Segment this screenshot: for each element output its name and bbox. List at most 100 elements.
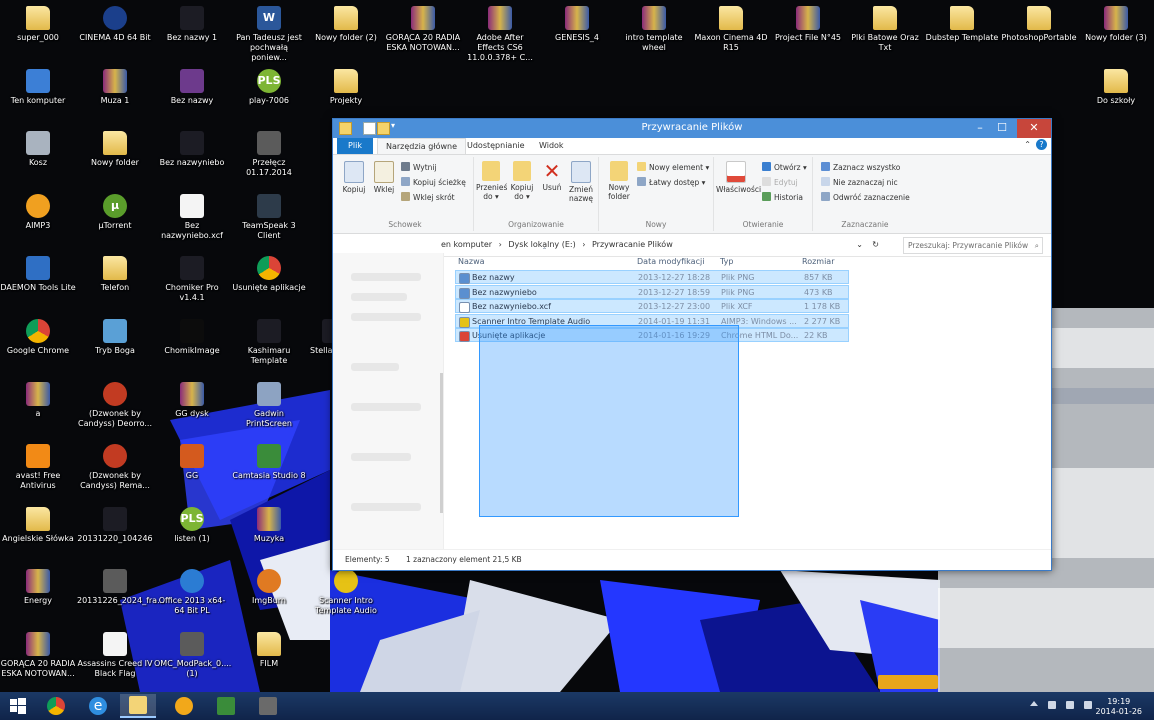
desktop-icon[interactable]: Chomiker Pro v1.4.1 <box>154 254 230 303</box>
breadcrumb-folder[interactable]: Przywracanie Plików <box>592 240 673 249</box>
column-type[interactable]: Typ <box>720 257 733 266</box>
column-date[interactable]: Data modyfikacji <box>637 257 704 266</box>
desktop-icon[interactable]: Przełęcz 01.17.2014 <box>231 129 307 178</box>
tab-narzedzia-glowne[interactable]: Narzędzia główne <box>377 138 467 154</box>
desktop-icon[interactable]: PLS play-7006 <box>231 67 307 106</box>
desktop-icon[interactable]: Nowy folder (3) <box>1078 4 1154 43</box>
desktop-icon[interactable]: Angielskie Słówka <box>0 505 76 544</box>
collapse-ribbon-icon[interactable]: ⌃ <box>1024 140 1031 149</box>
desktop-icon[interactable]: Adobe After Effects CS6 11.0.0.378+ C... <box>462 4 538 63</box>
rename-button[interactable]: Zmień nazwę <box>566 161 596 203</box>
column-size[interactable]: Rozmiar <box>802 257 835 266</box>
desktop-icon[interactable]: Ten komputer <box>0 67 76 106</box>
taskbar-camtasia[interactable] <box>208 694 244 718</box>
desktop-icon[interactable]: Bez nazwy <box>154 67 230 106</box>
desktop-icon[interactable]: Muzyka <box>231 505 307 544</box>
desktop-icon[interactable]: Gadwin PrintScreen <box>231 380 307 429</box>
desktop-icon[interactable]: Office 2013 x64-64 Bit PL <box>154 567 230 616</box>
desktop-icon[interactable]: 20131220_104246 <box>77 505 153 544</box>
column-name[interactable]: Nazwa <box>458 257 485 266</box>
desktop-icon[interactable]: Assassins Creed IV Black Flag <box>77 630 153 679</box>
file-row[interactable]: Bez nazwyniebo 2013-12-27 18:59 Plik PNG 47… <box>455 284 849 299</box>
cut-button[interactable]: Wytnij <box>401 162 437 172</box>
taskbar-tanks[interactable] <box>250 694 286 718</box>
history-button[interactable]: Historia <box>762 192 803 202</box>
desktop-icon[interactable]: ImgBurn <box>231 567 307 606</box>
close-button[interactable]: ✕ <box>1017 119 1051 138</box>
desktop-icon[interactable]: Plki Batowe Oraz Txt <box>847 4 923 53</box>
desktop-icon[interactable]: 20131226_2024_fra... <box>77 567 165 606</box>
desktop-icon[interactable]: Nowy folder <box>77 129 153 168</box>
file-row[interactable]: Bez nazwyniebo.xcf 2013-12-27 23:00 Plik X… <box>455 299 849 313</box>
desktop-icon[interactable]: Tryb Boga <box>77 317 153 356</box>
properties-button[interactable]: Właściwości <box>716 161 761 194</box>
desktop-icon[interactable]: Maxon Cinema 4D R15 <box>693 4 769 53</box>
desktop-icon[interactable]: Dubstep Template <box>924 4 1000 43</box>
desktop-icon[interactable]: Muza 1 <box>77 67 153 106</box>
desktop-icon[interactable]: AIMP3 <box>0 192 76 231</box>
desktop-icon[interactable]: GENESIS_4 <box>539 4 615 43</box>
desktop-icon[interactable]: OMC_ModPack_0.... (1) <box>154 630 231 679</box>
select-none-button[interactable]: Nie zaznaczaj nic <box>821 177 898 187</box>
desktop-icon[interactable]: GG <box>154 442 230 481</box>
breadcrumb-separator[interactable]: › <box>499 240 502 249</box>
invert-selection-button[interactable]: Odwróć zaznaczenie <box>821 192 910 202</box>
copy-to-button[interactable]: Kopiuj do ▾ <box>507 161 537 201</box>
desktop-icon[interactable]: DAEMON Tools Lite <box>0 254 76 293</box>
desktop-icon[interactable]: Camtasia Studio 8 <box>231 442 307 481</box>
taskbar-chrome[interactable] <box>38 694 74 718</box>
desktop-icon[interactable]: GORĄCA 20 RADIA ESKA NOTOWAN... <box>0 630 76 679</box>
select-all-button[interactable]: Zaznacz wszystko <box>821 162 900 172</box>
help-icon[interactable]: ? <box>1036 139 1047 150</box>
desktop-icon[interactable]: (Dzwonek by Candyss) Deorro... <box>77 380 153 429</box>
nav-scrollbar[interactable] <box>440 373 443 513</box>
tray-network-icon[interactable] <box>1066 701 1074 709</box>
taskbar-internet-explorer[interactable]: e <box>80 694 116 718</box>
desktop-icon[interactable]: µ µTorrent <box>77 192 153 231</box>
file-row[interactable]: Bez nazwy 2013-12-27 18:28 Plik PNG 857 KB <box>455 270 849 284</box>
desktop-icon[interactable]: ChomikImage <box>154 317 230 356</box>
tray-volume-icon[interactable] <box>1084 701 1092 709</box>
desktop-icon[interactable]: GORĄCA 20 RADIA ESKA NOTOWAN... <box>385 4 461 53</box>
desktop-icon[interactable]: CINEMA 4D 64 Bit <box>77 4 153 43</box>
desktop-icon[interactable]: super_000 <box>0 4 76 43</box>
desktop-icon[interactable]: intro template wheel <box>616 4 692 53</box>
breadcrumb-computer[interactable]: en komputer <box>441 240 492 249</box>
desktop-icon[interactable]: Usunięte aplikacje <box>231 254 307 293</box>
breadcrumb-separator[interactable]: › <box>582 240 585 249</box>
tab-plik[interactable]: Plik <box>337 138 373 154</box>
address-dropdown-icon[interactable]: ⌄ <box>856 237 863 252</box>
new-item-button[interactable]: Nowy element ▾ <box>637 162 709 172</box>
desktop-icon[interactable]: PLS listen (1) <box>154 505 230 544</box>
desktop-icon[interactable]: a <box>0 380 76 419</box>
desktop-icon[interactable]: GG dysk <box>154 380 230 419</box>
minimize-button[interactable]: – <box>969 119 991 138</box>
launcher-strip[interactable] <box>878 675 938 689</box>
desktop-icon[interactable]: Bez nazwyniebo <box>154 129 230 168</box>
maximize-button[interactable]: ☐ <box>991 119 1013 138</box>
edit-button[interactable]: Edytuj <box>762 177 798 187</box>
desktop-icon[interactable]: PhotoshopPortable <box>1001 4 1077 43</box>
desktop-icon[interactable]: Kosz <box>0 129 76 168</box>
delete-button[interactable]: ✕ Usuń <box>538 161 566 192</box>
desktop-icon[interactable]: Energy <box>0 567 76 606</box>
search-icon[interactable]: ⌕ <box>1035 238 1039 253</box>
move-to-button[interactable]: Przenieś do ▾ <box>476 161 507 201</box>
desktop-icon[interactable]: Project File N°45 <box>770 4 846 43</box>
new-folder-button[interactable]: Nowy folder <box>601 161 637 201</box>
tray-flag-icon[interactable] <box>1048 701 1056 709</box>
taskbar-gg[interactable] <box>166 694 202 718</box>
copy-path-button[interactable]: Kopiuj ścieżkę <box>401 177 466 187</box>
copy-button[interactable]: Kopiuj <box>339 161 369 194</box>
desktop-icon[interactable]: W Pan Tadeusz jest pochwałą poniew... <box>231 4 307 63</box>
desktop-icon[interactable]: Nowy folder (2) <box>308 4 384 43</box>
desktop-icon[interactable]: Google Chrome <box>0 317 76 356</box>
desktop-icon[interactable]: TeamSpeak 3 Client <box>231 192 307 241</box>
easy-access-button[interactable]: Łatwy dostęp ▾ <box>637 177 705 187</box>
start-button[interactable] <box>0 694 36 718</box>
tray-clock[interactable]: 19:19 2014-01-26 <box>1096 697 1143 717</box>
tab-widok[interactable]: Widok <box>539 141 564 150</box>
desktop-icon[interactable]: Bez nazwyniebo.xcf <box>154 192 230 241</box>
window-titlebar[interactable]: ▾ Przywracanie Plików – ☐ ✕ <box>333 119 1051 138</box>
desktop-icon[interactable]: Do szkoły <box>1078 67 1154 106</box>
